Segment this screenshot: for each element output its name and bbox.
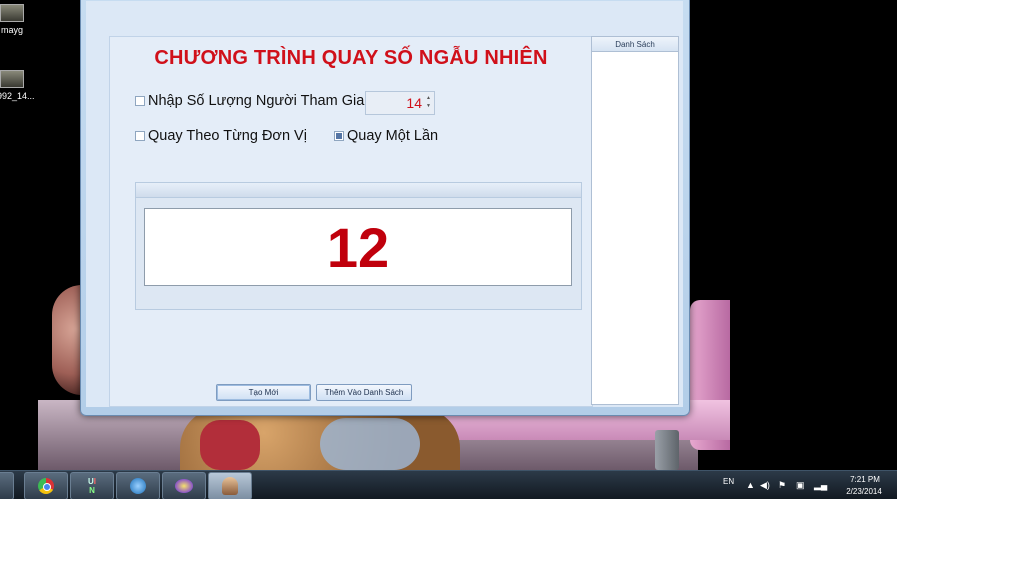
checkbox-box-checked[interactable] (334, 131, 344, 141)
taskbar-unikey-button[interactable]: UI N (70, 472, 114, 499)
new-button[interactable]: Tạo Mới (216, 384, 311, 401)
image-file-icon (0, 70, 24, 88)
network-signal-icon[interactable]: ▂▄ (814, 480, 827, 491)
window-client-area: CHƯƠNG TRÌNH QUAY SỐ NGẪU NHIÊN Nhập Số … (86, 1, 683, 407)
lottery-window: CHƯƠNG TRÌNH QUAY SỐ NGẪU NHIÊN Nhập Số … (80, 0, 690, 416)
wallpaper-bear-ribbon (200, 420, 260, 470)
checkbox-box[interactable] (135, 96, 145, 106)
result-panel: 12 (135, 182, 582, 310)
participant-count-value: 14 (406, 95, 422, 111)
desktop-icon-image[interactable]: 3992_14... (0, 70, 35, 101)
file-icon (0, 4, 24, 22)
wallpaper-sofa-leg (655, 430, 679, 470)
language-indicator[interactable]: EN (723, 477, 734, 486)
action-center-flag-icon[interactable]: ⚑ (778, 480, 786, 491)
count-option-label: Nhập Số Lượng Người Tham Gia (148, 93, 365, 109)
volume-icon[interactable]: ◀) (760, 480, 770, 491)
device-icon[interactable]: ▣ (796, 480, 805, 491)
user-app-icon (222, 477, 238, 495)
show-hidden-icons-icon[interactable]: ▲ (746, 480, 755, 490)
checkbox-box[interactable] (135, 131, 145, 141)
clock-time[interactable]: 7:21 PM (840, 475, 890, 484)
once-option-checkbox[interactable]: Quay Một Lần (334, 128, 438, 144)
once-option-label: Quay Một Lần (347, 128, 439, 144)
taskbar-chrome-button[interactable] (24, 472, 68, 499)
chrome-icon (38, 478, 54, 494)
taskbar-explorer-button[interactable]: ▮ (0, 472, 14, 499)
wallpaper-bear-cloth (320, 418, 420, 470)
winner-list-header: Danh Sách (592, 37, 678, 52)
add-to-list-button[interactable]: Thêm Vào Danh Sách (316, 384, 412, 401)
taskbar: ▮ UIN EN ▲ ◀) ⚑ ▣ ▂▄ 7:21 PM 2/23/2014 (0, 470, 897, 499)
winner-list[interactable]: Danh Sách (591, 36, 679, 405)
clock-date[interactable]: 2/23/2014 (838, 487, 890, 496)
page-title: CHƯƠNG TRÌNH QUAY SỐ NGẪU NHIÊN (154, 47, 548, 69)
stepper-arrows-icon[interactable]: ▲ ▼ (426, 94, 432, 110)
result-number-display: 12 (144, 208, 572, 286)
count-option-checkbox[interactable]: Nhập Số Lượng Người Tham Gia (135, 93, 364, 109)
participant-count-stepper[interactable]: 14 ▲ ▼ (365, 91, 435, 115)
system-tray: EN ▲ ◀) ⚑ ▣ ▂▄ 7:21 PM 2/23/2014 (720, 471, 897, 499)
taskbar-yahoo-button[interactable] (162, 472, 206, 499)
yahoo-messenger-icon (175, 479, 193, 493)
lottery-form: CHƯƠNG TRÌNH QUAY SỐ NGẪU NHIÊN Nhập Số … (109, 36, 593, 407)
result-panel-header (136, 183, 581, 198)
desktop-screen: mayg 3992_14... CHƯƠNG TRÌNH QUAY SỐ NGẪ… (0, 0, 897, 499)
unit-option-label: Quay Theo Từng Đơn Vị (148, 128, 307, 144)
taskbar-active-app-button[interactable] (208, 472, 252, 499)
unikey-icon: UI N (87, 477, 96, 495)
taskbar-app-button[interactable] (116, 472, 160, 499)
desktop-icon-mayg[interactable]: mayg (0, 4, 32, 35)
unit-option-checkbox[interactable]: Quay Theo Từng Đơn Vị (135, 128, 307, 144)
app-arrow-icon (130, 478, 146, 494)
